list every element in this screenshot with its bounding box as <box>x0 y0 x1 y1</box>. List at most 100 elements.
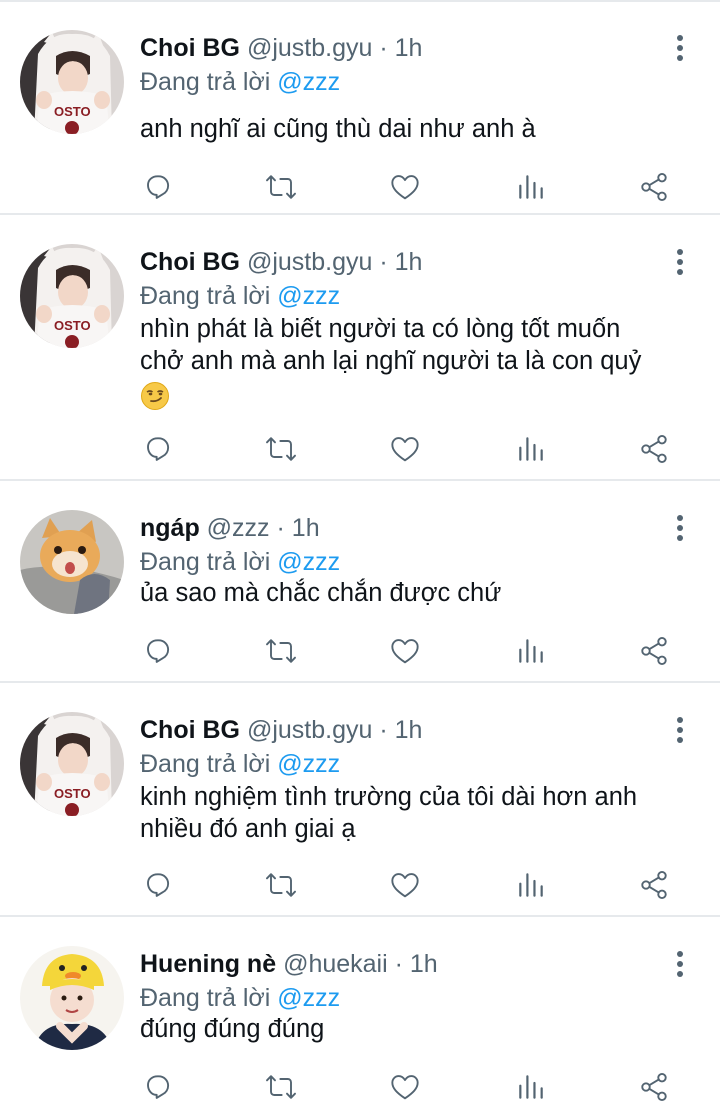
reply-mention-link[interactable]: @zzz <box>277 750 340 778</box>
timestamp: · 1h <box>379 34 423 62</box>
retweet-button[interactable] <box>261 429 301 469</box>
tweet-text: kinh nghiệm tình trường của tôi dài hơn … <box>140 781 700 845</box>
tweet-actions <box>0 429 720 469</box>
more-vertical-icon[interactable] <box>670 247 690 281</box>
replying-to: Đang trả lời @zzz <box>140 545 340 579</box>
reply-mention-link[interactable]: @zzz <box>277 548 340 576</box>
share-button[interactable] <box>634 1067 674 1107</box>
retweet-button[interactable] <box>261 865 301 905</box>
avatar[interactable] <box>20 510 124 614</box>
retweet-button[interactable] <box>261 1067 301 1107</box>
avatar[interactable] <box>20 946 124 1050</box>
reply-button[interactable] <box>138 631 178 671</box>
reply-mention-link[interactable]: @zzz <box>277 984 340 1012</box>
like-button[interactable] <box>385 865 425 905</box>
share-button[interactable] <box>634 429 674 469</box>
user-handle[interactable]: @zzz <box>207 514 270 542</box>
retweet-icon <box>261 658 301 675</box>
replying-to: Đang trả lời @zzz <box>140 65 340 99</box>
tweet-actions <box>0 631 720 671</box>
share-button[interactable] <box>634 865 674 905</box>
timestamp: · 1h <box>276 514 320 542</box>
display-name[interactable]: Choi BG <box>140 34 240 62</box>
display-name[interactable]: Choi BG <box>140 716 240 744</box>
tweet[interactable]: ngáp @zzz · 1h Đang trả lời @zzz ủa sao mà… <box>0 483 720 681</box>
retweet-icon <box>261 456 301 473</box>
user-handle[interactable]: @huekaii <box>283 950 388 978</box>
reply-prefix: Đang trả lời <box>140 548 271 576</box>
heart-icon <box>385 1094 425 1111</box>
more-vertical-icon[interactable] <box>670 715 690 749</box>
like-button[interactable] <box>385 631 425 671</box>
like-button[interactable] <box>385 429 425 469</box>
heart-icon <box>385 194 425 211</box>
retweet-icon <box>261 892 301 909</box>
tweet-text: nhìn phát là biết người ta có lòng tốt m… <box>140 313 700 413</box>
tweet-actions <box>0 167 720 207</box>
tweet-text-line: anh nghĩ ai cũng thù dai như anh à <box>140 115 536 143</box>
retweet-button[interactable] <box>261 167 301 207</box>
tweet-text: anh nghĩ ai cũng thù dai như anh à <box>140 113 700 145</box>
tweet-text-line: nhiều đó anh giai ạ <box>140 815 356 843</box>
reply-button[interactable] <box>138 865 178 905</box>
tweet[interactable]: Huening nè @huekaii · 1h Đang trả lời @zz… <box>0 919 720 1110</box>
more-vertical-icon[interactable] <box>670 949 690 983</box>
tweet-header: ngáp @zzz · 1h <box>140 511 320 545</box>
analytics-icon <box>511 658 551 675</box>
user-handle[interactable]: @justb.gyu <box>247 716 372 744</box>
display-name[interactable]: ngáp <box>140 514 200 542</box>
divider <box>0 479 720 481</box>
comment-icon <box>138 892 178 909</box>
more-vertical-icon[interactable] <box>670 33 690 67</box>
share-button[interactable] <box>634 631 674 671</box>
retweet-icon <box>261 194 301 211</box>
display-name[interactable]: Huening nè <box>140 950 276 978</box>
replying-to: Đang trả lời @zzz <box>140 747 340 781</box>
retweet-button[interactable] <box>261 631 301 671</box>
tweet-header: Huening nè @huekaii · 1h <box>140 947 438 981</box>
tweet[interactable]: Choi BG @justb.gyu · 1h Đang trả lời @zzz… <box>0 217 720 479</box>
share-icon <box>634 1094 674 1111</box>
share-button[interactable] <box>634 167 674 207</box>
reply-button[interactable] <box>138 167 178 207</box>
share-icon <box>634 658 674 675</box>
like-button[interactable] <box>385 167 425 207</box>
tweet[interactable]: Choi BG @justb.gyu · 1h Đang trả lời @zzz… <box>0 685 720 915</box>
avatar[interactable] <box>20 30 124 134</box>
user-handle[interactable]: @justb.gyu <box>247 34 372 62</box>
timestamp: · 1h <box>379 248 423 276</box>
tweet[interactable]: Choi BG @justb.gyu · 1h Đang trả lời @zzz… <box>0 3 720 213</box>
tweet-text-line: ủa sao mà chắc chắn được chứ <box>140 579 502 607</box>
views-button[interactable] <box>511 429 551 469</box>
tweet-header: Choi BG @justb.gyu · 1h <box>140 245 422 279</box>
views-button[interactable] <box>511 167 551 207</box>
views-button[interactable] <box>511 865 551 905</box>
avatar[interactable] <box>20 244 124 348</box>
tweet-text-line: đúng đúng đúng <box>140 1015 325 1043</box>
display-name[interactable]: Choi BG <box>140 248 240 276</box>
like-button[interactable] <box>385 1067 425 1107</box>
retweet-icon <box>261 1094 301 1111</box>
divider <box>0 681 720 683</box>
reply-prefix: Đang trả lời <box>140 68 271 96</box>
more-vertical-icon[interactable] <box>670 513 690 547</box>
reply-prefix: Đang trả lời <box>140 282 271 310</box>
avatar[interactable] <box>20 712 124 816</box>
reply-prefix: Đang trả lời <box>140 984 271 1012</box>
tweet-header: Choi BG @justb.gyu · 1h <box>140 713 422 747</box>
user-handle[interactable]: @justb.gyu <box>247 248 372 276</box>
timestamp: · 1h <box>394 950 438 978</box>
views-button[interactable] <box>511 631 551 671</box>
share-icon <box>634 194 674 211</box>
divider <box>0 0 720 2</box>
analytics-icon <box>511 194 551 211</box>
reply-button[interactable] <box>138 1067 178 1107</box>
reply-mention-link[interactable]: @zzz <box>277 68 340 96</box>
reply-mention-link[interactable]: @zzz <box>277 282 340 310</box>
divider <box>0 915 720 917</box>
tweet-text-line: nhìn phát là biết người ta có lòng tốt m… <box>140 315 621 343</box>
reply-button[interactable] <box>138 429 178 469</box>
tweet-text-line: chở anh mà anh lại nghĩ người ta là con … <box>140 347 642 375</box>
views-button[interactable] <box>511 1067 551 1107</box>
heart-icon <box>385 892 425 909</box>
